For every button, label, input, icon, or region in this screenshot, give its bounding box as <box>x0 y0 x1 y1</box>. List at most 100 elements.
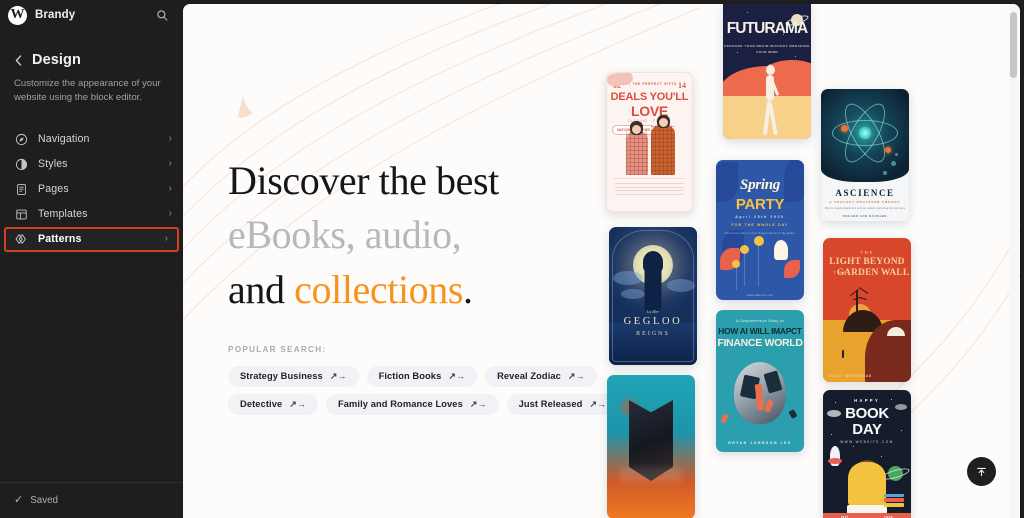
sidebar-item-pages[interactable]: Pages › <box>0 177 183 202</box>
book-cover-abstract-prism[interactable] <box>607 375 695 518</box>
cover-bottom-bar: 2024 FREE <box>823 513 911 518</box>
tag-reveal-zodiac[interactable]: Reveal Zodiac ↗→ <box>485 366 597 388</box>
cover-date: April 25th 2020 <box>735 215 785 219</box>
headline-line-2: eBooks, audio, <box>228 212 462 258</box>
walking-figure-illustration <box>762 65 779 136</box>
book-cover-light-beyond-garden-wall[interactable]: THE LIGHT BEYOND THE GARDEN WALL SCOTT W… <box>823 238 911 382</box>
sidebar-item-label: Styles <box>38 158 68 171</box>
templates-layout-icon <box>14 207 28 221</box>
book-cover-ascience[interactable]: ASCIENCE A TOOLSET BEGINNER THEORY Physi… <box>821 89 909 221</box>
pages-document-icon <box>14 182 28 196</box>
sidebar-nav: Navigation › Styles › Pages › Templates … <box>0 127 183 252</box>
chevron-right-icon: › <box>168 158 172 170</box>
headline-period: . <box>463 266 473 312</box>
cover-kicker: A Comprehensive Study on <box>735 319 785 323</box>
cover-title-line-1: BOOK <box>845 405 889 422</box>
cover-author: EDUARD AND RICHARD <box>843 215 887 218</box>
check-icon: ✓ <box>14 494 24 506</box>
back-chevron-icon[interactable] <box>12 52 24 68</box>
navigation-compass-icon <box>14 132 28 146</box>
hero-headline: Discover the best eBooks, audio, and col… <box>228 154 588 317</box>
cover-the-1: THE <box>860 250 874 255</box>
tag-family-and-romance-loves[interactable]: Family and Romance Loves ↗→ <box>326 394 499 416</box>
tag-label: Reveal Zodiac <box>497 371 561 382</box>
chevron-right-icon: › <box>168 133 172 145</box>
editor-canvas-wrapper: Discover the best eBooks, audio, and col… <box>183 0 1024 518</box>
ai-head-illustration <box>734 362 786 424</box>
tag-just-released[interactable]: Just Released ↗→ <box>506 394 619 416</box>
canvas-scrollbar-thumb[interactable] <box>1010 12 1017 78</box>
hero-text-block: Discover the best eBooks, audio, and col… <box>228 154 619 416</box>
reader-illustration <box>848 462 886 506</box>
chevron-right-icon: › <box>164 233 168 245</box>
tag-label: Just Released <box>518 399 583 410</box>
book-cover-happy-book-day[interactable]: HAPPY BOOK DAY WWW.WEBSITE.COM 2024 FREE <box>823 390 911 518</box>
tree-illustration <box>856 290 859 316</box>
panel-header: Design <box>0 30 183 68</box>
book-cover-deals-youll-love[interactable]: 02 14 GET THE PERFECT GIFTS DEALS YOU'LL… <box>606 72 693 212</box>
sidebar-top-bar: W Brandy <box>0 0 183 30</box>
tag-label: Family and Romance Loves <box>338 399 463 410</box>
arrow-up-right-icon: ↗→ <box>448 370 466 381</box>
patterns-diamonds-icon <box>14 232 28 246</box>
cover-author: BRYAN JOHNSON LEE <box>728 441 792 445</box>
app-root: W Brandy Design Customize the appearance… <box>0 0 1024 518</box>
arrow-up-right-icon: ↗→ <box>567 370 585 381</box>
book-cover-gegloo-reigns[interactable]: La Mer GEGLOO REIGNS <box>609 227 697 365</box>
cover-couple-illustration <box>624 113 676 175</box>
cover-subtitle: UPGRADE YOUR BRAIN WITHOUT BREAKING YOUR… <box>723 44 811 54</box>
sidebar: W Brandy Design Customize the appearance… <box>0 0 183 518</box>
sidebar-item-patterns[interactable]: Patterns › <box>4 226 179 252</box>
headline-accent-word: collections <box>294 266 464 312</box>
cover-title-line-1: DEALS YOU'LL <box>610 91 689 103</box>
cover-subtitle: REIGNS <box>636 331 670 337</box>
arrow-up-right-icon: ↗→ <box>289 398 306 409</box>
sidebar-item-label: Patterns <box>38 233 82 246</box>
popular-search-tags: Strategy Business ↗→ Fiction Books ↗→ Reve… <box>228 366 619 416</box>
cover-author: SCOTT WHITEHEAD <box>829 374 872 378</box>
tag-row: Detective ↗→ Family and Romance Loves ↗→ J… <box>228 394 619 416</box>
sidebar-item-label: Navigation <box>38 133 90 146</box>
chevron-right-icon: › <box>168 208 172 220</box>
tag-fiction-books[interactable]: Fiction Books ↗→ <box>366 366 478 388</box>
arrow-up-right-icon: ↗→ <box>329 370 347 381</box>
tag-label: Fiction Books <box>378 371 442 382</box>
wordpress-logo-icon[interactable]: W <box>8 5 27 25</box>
sidebar-item-styles[interactable]: Styles › <box>0 152 183 177</box>
chevron-right-icon: › <box>168 183 172 195</box>
cover-title-line-2: FINANCE WORLD <box>717 337 803 349</box>
scroll-to-top-button[interactable] <box>967 457 996 486</box>
book-stack-illustration <box>884 493 904 508</box>
book-cover-how-ai-will-impact-finance-world[interactable]: A Comprehensive Study on HOW AI WILL IMA… <box>716 310 804 452</box>
popular-search-label: POPULAR SEARCH: <box>228 345 327 355</box>
cover-title-script: Spring <box>740 177 780 193</box>
tag-detective[interactable]: Detective ↗→ <box>228 394 318 416</box>
headline-line-3: and collections. <box>228 263 588 317</box>
cover-title: GEGLOO <box>623 316 683 327</box>
cover-title-line-2: GARDEN WALL <box>836 268 910 278</box>
sidebar-item-templates[interactable]: Templates › <box>0 202 183 227</box>
save-status-label: Saved <box>30 495 58 506</box>
site-preview-canvas[interactable]: Discover the best eBooks, audio, and col… <box>183 4 1020 518</box>
cover-body-text: Physics made simple for curious minds ex… <box>824 207 906 210</box>
page-title: Design <box>32 52 81 68</box>
cover-pretitle: La Mer <box>647 309 659 314</box>
canvas-scroll-track <box>1009 4 1018 518</box>
site-title: Brandy <box>35 9 76 21</box>
tag-label: Strategy Business <box>240 371 323 382</box>
sidebar-footer-status[interactable]: ✓ Saved <box>0 482 183 518</box>
cover-title-line-1: LIGHT BEYOND <box>829 257 905 267</box>
book-cover-futurama[interactable]: FUTURAMA UPGRADE YOUR BRAIN WITHOUT BREA… <box>723 4 811 139</box>
tag-strategy-business[interactable]: Strategy Business ↗→ <box>228 366 359 388</box>
book-cover-spring-party[interactable]: Spring PARTY April 25th 2020 FOR THE WHO… <box>716 160 804 300</box>
headline-line-1: Discover the best <box>228 158 499 203</box>
sidebar-item-label: Pages <box>38 183 69 196</box>
cover-title: FUTURAMA <box>726 20 809 37</box>
cover-tagline: FOR THE WHOLE DAY <box>731 223 789 227</box>
search-icon[interactable] <box>151 4 173 26</box>
headline-line-3-prefix: and <box>228 266 295 312</box>
arrow-up-right-icon: ↗→ <box>469 398 487 409</box>
arrow-up-to-line-icon <box>977 467 986 477</box>
sidebar-item-label: Templates <box>38 208 88 221</box>
sidebar-item-navigation[interactable]: Navigation › <box>0 127 183 152</box>
